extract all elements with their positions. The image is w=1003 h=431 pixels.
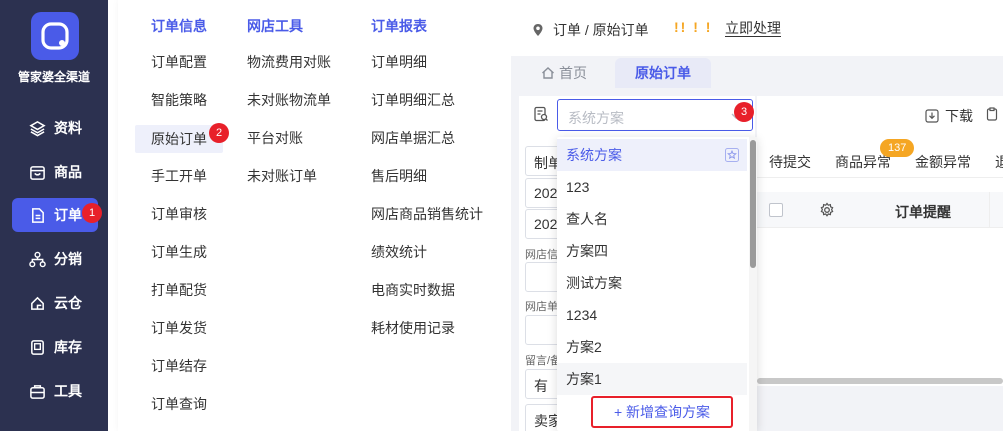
menu-item-store-sales-stats[interactable]: 网店商品销售统计 xyxy=(371,200,483,228)
sidebar-item-data[interactable]: 资料 xyxy=(12,111,98,145)
clipboard-icon[interactable] xyxy=(985,107,999,121)
table-header: 订单提醒 xyxy=(757,192,1003,228)
tab-original-orders[interactable]: 原始订单 xyxy=(615,58,711,88)
order-list-panel: 下载 待提交 商品异常 金额异常 退 137 订单提醒 xyxy=(757,96,1003,386)
query-scheme-select[interactable]: 系统方案 xyxy=(557,99,753,131)
top-bar: 订单 / 原始订单 !! ! ! 立即处理 xyxy=(511,0,1003,56)
menu-item-logistics-reconcile[interactable]: 物流费用对账 xyxy=(247,48,331,76)
sidebar-item-label: 云仓 xyxy=(54,295,82,311)
sidebar-item-label: 工具 xyxy=(54,383,82,399)
field-label: 留言/备 xyxy=(525,355,562,367)
sidebar-item-label: 库存 xyxy=(54,339,82,355)
menu-item-smart-strategy[interactable]: 智能策略 xyxy=(151,86,207,114)
query-scheme-dropdown: 系统方案 123 查人名 方案四 测试方案 1234 方案2 方案1 + 新增查… xyxy=(557,137,757,431)
sidebar-item-goods[interactable]: 商品 xyxy=(12,155,98,189)
scheme-option[interactable]: 1234 xyxy=(557,299,747,331)
tab-label: 原始订单 xyxy=(635,65,691,81)
column-order-reminder[interactable]: 订单提醒 xyxy=(895,202,951,222)
sidebar: 管家婆全渠道 资料 商品 订单 1 分销 云仓 库存 工具 xyxy=(0,0,108,431)
menu-item-platform-reconcile[interactable]: 平台对账 xyxy=(247,124,303,152)
menu-item-order-detail[interactable]: 订单明细 xyxy=(371,48,427,76)
layers-icon xyxy=(28,119,46,137)
sidebar-item-tools[interactable]: 工具 xyxy=(12,374,98,408)
menu-item-manual-order[interactable]: 手工开单 xyxy=(151,162,207,190)
menu-item-order-review[interactable]: 订单审核 xyxy=(151,200,207,228)
query-scheme-icon[interactable] xyxy=(533,106,549,122)
menu-column-title: 订单信息 xyxy=(151,18,207,34)
menu-item-order-query[interactable]: 订单查询 xyxy=(151,390,207,418)
inventory-icon xyxy=(28,338,46,356)
download-label: 下载 xyxy=(945,108,973,124)
exception-count-badge: 137 xyxy=(880,139,915,157)
sidebar-item-label: 资料 xyxy=(54,120,82,136)
page-tabs: 首页 原始订单 xyxy=(511,56,1003,88)
app-logo[interactable] xyxy=(31,12,79,60)
scheme-option[interactable]: 系统方案 xyxy=(557,139,747,171)
sidebar-item-distribution[interactable]: 分销 xyxy=(12,242,98,276)
menu-item-unreconciled-logistics[interactable]: 未对账物流单 xyxy=(247,86,331,114)
menu-item-print-pick[interactable]: 打单配货 xyxy=(151,276,207,304)
location-pin-icon xyxy=(533,24,543,36)
home-icon xyxy=(542,67,554,79)
alert-marks: !! ! ! xyxy=(674,19,713,35)
scheme-option[interactable]: 方案1 xyxy=(557,363,747,395)
document-icon xyxy=(28,206,46,224)
dropdown-scrollbar-thumb[interactable] xyxy=(750,140,756,268)
download-button[interactable]: 下载 xyxy=(925,106,973,126)
step-badge: 2 xyxy=(209,123,229,143)
sidebar-item-label: 商品 xyxy=(54,164,82,180)
tab-pending-submit[interactable]: 待提交 xyxy=(769,152,811,172)
menu-column-title: 订单报表 xyxy=(371,18,427,34)
menu-item-order-config[interactable]: 订单配置 xyxy=(151,48,207,76)
menu-item-order-detail-summary[interactable]: 订单明细汇总 xyxy=(371,86,455,114)
tab-refund[interactable]: 退 xyxy=(995,152,1003,172)
menu-item-store-doc-summary[interactable]: 网店单据汇总 xyxy=(371,124,455,152)
star-icon[interactable] xyxy=(725,148,739,162)
menu-item-consumables-log[interactable]: 耗材使用记录 xyxy=(371,314,455,342)
tab-label: 首页 xyxy=(559,65,587,81)
menu-item-aftersale-detail[interactable]: 售后明细 xyxy=(371,162,427,190)
menu-item-order-ship[interactable]: 订单发货 xyxy=(151,314,207,342)
scheme-option[interactable]: 123 xyxy=(557,171,747,203)
select-all-checkbox[interactable] xyxy=(769,203,783,217)
tab-home[interactable]: 首页 xyxy=(541,58,587,88)
sidebar-item-cloud-warehouse[interactable]: 云仓 xyxy=(12,286,98,320)
menu-item-performance-stats[interactable]: 绩效统计 xyxy=(371,238,427,266)
add-query-scheme-button[interactable]: + 新增查询方案 xyxy=(591,396,733,428)
scheme-option[interactable]: 测试方案 xyxy=(557,267,747,299)
scheme-option[interactable]: 查人名 xyxy=(557,203,747,235)
tab-amount-exception[interactable]: 金额异常 xyxy=(915,152,971,172)
hierarchy-icon xyxy=(28,250,46,268)
scheme-option[interactable]: 方案四 xyxy=(557,235,747,267)
horizontal-scrollbar[interactable] xyxy=(757,378,1003,384)
step-badge: 1 xyxy=(82,203,102,223)
box-icon xyxy=(28,163,46,181)
menu-item-order-balance[interactable]: 订单结存 xyxy=(151,352,207,380)
scheme-option[interactable]: 方案2 xyxy=(557,331,747,363)
sidebar-item-label: 分销 xyxy=(54,251,82,267)
sidebar-item-inventory[interactable]: 库存 xyxy=(12,330,98,364)
field-label: 网店信 xyxy=(525,249,558,261)
menu-item-order-generate[interactable]: 订单生成 xyxy=(151,238,207,266)
breadcrumb-text: 订单 / 原始订单 xyxy=(553,22,649,38)
logo-icon xyxy=(41,22,69,50)
cloud-icon xyxy=(28,294,46,312)
menu-item-unreconciled-orders[interactable]: 未对账订单 xyxy=(247,162,317,190)
sidebar-item-label: 订单 xyxy=(54,207,82,223)
step-badge: 3 xyxy=(734,102,754,122)
download-icon xyxy=(925,109,939,123)
brand-name: 管家婆全渠道 xyxy=(17,70,90,84)
field-label: 网店单 xyxy=(525,301,558,313)
option-label: 系统方案 xyxy=(566,147,622,163)
sidebar-item-orders[interactable]: 订单 1 xyxy=(12,198,102,232)
orders-mega-menu: 订单信息 网店工具 订单报表 订单配置 智能策略 原始订单 2 手工开单 订单审… xyxy=(118,0,511,431)
gear-icon[interactable] xyxy=(819,202,835,218)
menu-column-title: 网店工具 xyxy=(247,18,303,34)
toolbox-icon xyxy=(28,382,46,400)
select-placeholder: 系统方案 xyxy=(568,110,624,126)
breadcrumb: 订单 / 原始订单 xyxy=(531,20,649,40)
column-divider xyxy=(989,192,990,228)
menu-item-ecom-realtime[interactable]: 电商实时数据 xyxy=(371,276,455,304)
handle-now-link[interactable]: 立即处理 xyxy=(725,20,781,37)
